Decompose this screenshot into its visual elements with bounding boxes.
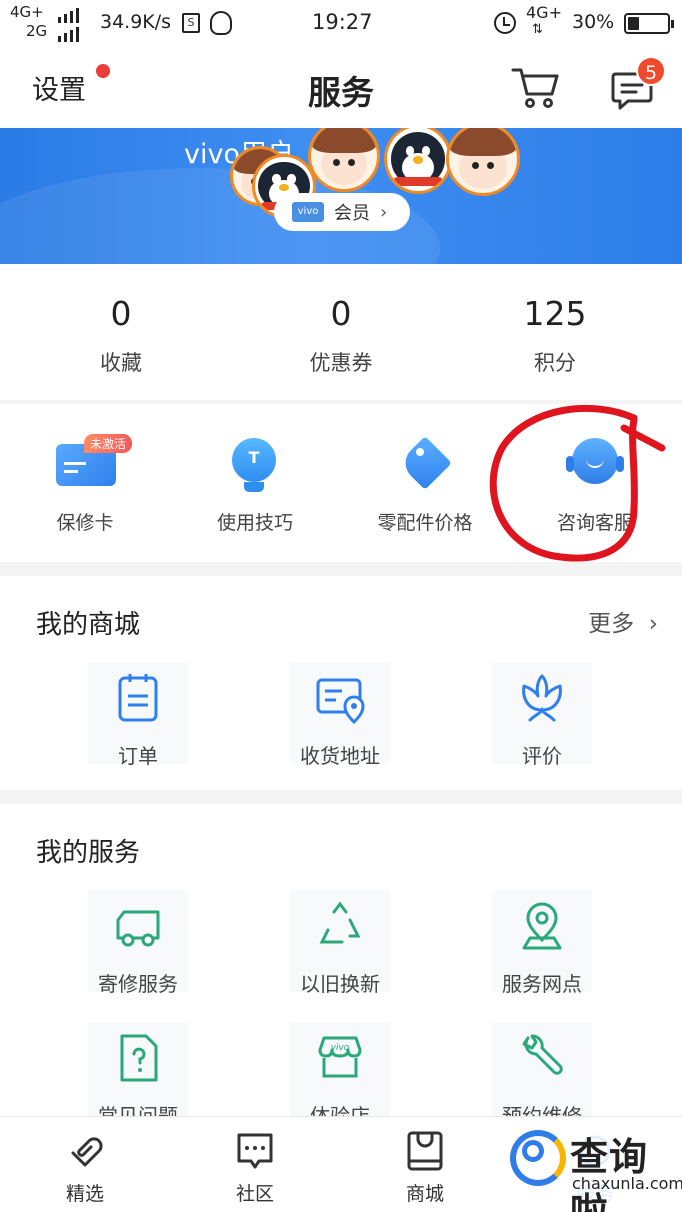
faq-document-icon [120, 1034, 158, 1082]
store-icon: vivo [318, 1036, 362, 1078]
penguin-eye [272, 174, 281, 184]
truck-icon [116, 910, 160, 947]
battery-percent: 30% [572, 11, 615, 33]
watermark-url: chaxunla.com [572, 1174, 682, 1193]
clock: 19:27 [312, 10, 373, 34]
battery-fill [628, 17, 639, 30]
top-navigation-bar: 设置 服务 5 [0, 46, 682, 130]
grid-label: 服务网点 [502, 972, 582, 996]
signal-strength-secondary-icon [58, 27, 79, 42]
grid-label: 以旧换新 [300, 972, 380, 996]
avatar-eye [347, 158, 355, 166]
shopping-bag-icon [407, 1131, 443, 1171]
network-speed: 34.9K/s [100, 11, 172, 33]
stat-label: 收藏 [100, 351, 142, 375]
shortcut-label: 咨询客服 [556, 512, 633, 534]
penguin-eye [287, 174, 296, 184]
member-button[interactable]: vivo 会员 › [274, 193, 410, 231]
site-watermark: 查询啦 chaxunla.com [508, 1122, 682, 1212]
tab-label: 社区 [235, 1183, 274, 1205]
penguin-scarf [393, 176, 443, 186]
stat-label: 优惠券 [309, 351, 373, 375]
battery-tip [671, 20, 674, 28]
location-pin-icon [522, 902, 562, 950]
page-title: 服务 [308, 73, 374, 112]
more-label: 更多 [588, 611, 635, 637]
section-title: 我的服务 [36, 838, 141, 868]
headset-left-ear [566, 456, 574, 472]
penguin-beak [279, 183, 289, 191]
featured-icon [71, 1137, 103, 1167]
qq-icon [210, 11, 232, 35]
status-bar: 4G+ 2G 34.9K/s S 19:27 4G+ ⇅ 30% ⚡ [0, 0, 682, 46]
my-mall-section: 我的商城 更多 › 订单 收货地址 评价 [0, 576, 682, 790]
message-count-badge: 5 [636, 56, 666, 86]
shortcut-label: 零配件价格 [377, 512, 473, 534]
avatar-boy-icon [446, 128, 520, 196]
chevron-right-icon: › [380, 201, 388, 223]
avatar-eye [487, 161, 495, 169]
shortcut-label: 保修卡 [56, 512, 114, 534]
my-services-section: 我的服务 寄修服务 以旧换新 服务网点 vivo [0, 804, 682, 1128]
sim-icon: S [182, 13, 200, 33]
grid-label: 寄修服务 [98, 972, 178, 996]
charging-bolt-icon: ⚡ [644, 13, 654, 29]
community-chat-icon [237, 1133, 273, 1169]
address-card-icon [316, 678, 365, 725]
lightbulb-base [244, 482, 264, 492]
stat-coupons[interactable]: 0 优惠券 [241, 264, 441, 377]
stat-value: 0 [330, 294, 352, 333]
user-stats: 0 收藏 0 优惠券 125 积分 [0, 264, 682, 400]
data-transfer-icon: ⇅ [532, 22, 543, 37]
network-type-right: 4G+ [526, 3, 562, 22]
stat-points[interactable]: 125 积分 [455, 264, 655, 377]
review-flower-icon [522, 674, 562, 722]
signal-strength-icon [58, 8, 79, 23]
penguin-beak [413, 156, 423, 165]
stat-label: 积分 [534, 351, 576, 375]
quick-shortcuts: 未激活 保修卡 T 使用技巧 零配件价格 咨询客服 [0, 404, 682, 562]
section-title: 我的商城 [36, 610, 141, 640]
avatar-penguin-icon [384, 128, 452, 194]
watermark-text: 查询啦 [570, 1135, 649, 1212]
avatar-hair [311, 128, 377, 154]
member-banner[interactable]: vivo用户 vivo 会员 › [0, 128, 682, 264]
price-tag-hole [416, 448, 424, 456]
headset-right-ear [616, 456, 624, 472]
grid-label: 评价 [522, 744, 562, 768]
avatar-boy-icon [308, 128, 380, 192]
order-clipboard-icon [118, 674, 158, 722]
alarm-icon [494, 12, 516, 34]
tab-label: 商城 [405, 1183, 444, 1205]
inactive-badge: 未激活 [84, 434, 133, 453]
stat-value: 125 [523, 294, 587, 333]
battery-icon: ⚡ [624, 13, 674, 34]
avatar-hair [449, 128, 517, 157]
tab-label: 精选 [65, 1183, 104, 1205]
price-tag-icon [398, 436, 452, 490]
member-label: 会员 [334, 203, 370, 224]
network-type-secondary: 2G [26, 22, 48, 40]
wrench-icon [522, 1034, 563, 1075]
chevron-right-icon: › [648, 611, 658, 637]
network-type-primary: 4G+ [10, 3, 44, 21]
shopping-cart-icon[interactable] [510, 64, 560, 110]
grid-label: 收货地址 [300, 744, 380, 768]
more-link[interactable]: 更多 › [588, 604, 658, 638]
stat-favorites[interactable]: 0 收藏 [21, 264, 221, 377]
vivo-logo: vivo [292, 202, 324, 222]
stat-value: 0 [110, 294, 132, 333]
lightbulb-glyph: T [248, 448, 260, 467]
recycle-icon [319, 901, 361, 944]
watermark-q-icon [522, 1140, 544, 1162]
svg-text:vivo: vivo [331, 1043, 350, 1053]
avatar-eye [472, 161, 480, 169]
grid-label: 订单 [118, 744, 158, 768]
shortcut-label: 使用技巧 [216, 512, 293, 534]
